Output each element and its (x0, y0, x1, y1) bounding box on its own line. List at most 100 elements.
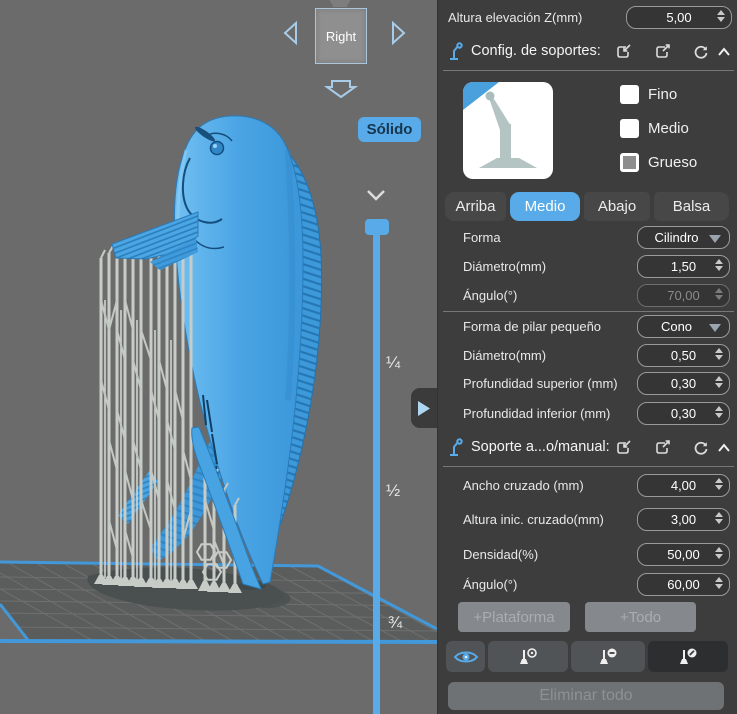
cross-start-height-label: Altura inic. cruzado(mm) (463, 512, 604, 527)
toggle-visibility-button[interactable] (446, 641, 485, 672)
grueso-checkbox[interactable] (620, 153, 639, 172)
import-settings-icon[interactable] (615, 44, 633, 62)
layer-slider-track[interactable] (373, 227, 380, 714)
render-mode-label: Sólido (366, 121, 413, 138)
import-settings-icon[interactable] (615, 440, 633, 458)
viewport-3d-scene[interactable] (0, 0, 437, 714)
small-pillar-diameter-label: Diámetro(mm) (463, 348, 547, 363)
z-lift-label: Altura elevación Z(mm) (448, 10, 583, 25)
option-grueso[interactable]: Grueso (620, 152, 697, 173)
spin-up-icon[interactable] (715, 259, 723, 264)
diameter-input[interactable]: 1,50 (637, 255, 730, 278)
view-cube-face-label: Right (325, 28, 357, 44)
spin-down-icon[interactable] (715, 519, 723, 524)
density-input[interactable]: 50,00 (637, 543, 730, 566)
spin-down-icon[interactable] (715, 355, 723, 360)
spin-down-icon[interactable] (715, 485, 723, 490)
dropdown-arrow-icon (709, 235, 721, 243)
bottom-depth-input[interactable]: 0,30 (637, 402, 730, 425)
tab-abajo[interactable]: Abajo (584, 192, 650, 221)
spin-up-icon[interactable] (715, 577, 723, 582)
delete-all-label: Eliminar todo (539, 687, 633, 704)
support-config-title: Config. de soportes: (471, 43, 601, 59)
divider (443, 70, 734, 71)
support-settings-panel: Altura elevación Z(mm) 5,00 Config. de s… (437, 0, 737, 714)
export-settings-icon[interactable] (654, 440, 672, 458)
collapse-section-icon[interactable] (715, 44, 733, 62)
divider (443, 466, 734, 467)
reset-settings-icon[interactable] (692, 440, 710, 458)
divider (443, 311, 734, 312)
dropdown-arrow-icon (709, 324, 721, 332)
option-fino[interactable]: Fino (620, 84, 677, 105)
render-mode-button[interactable]: Sólido (358, 117, 421, 142)
delete-all-button[interactable]: Eliminar todo (448, 682, 724, 710)
support-preview-thumbnail (463, 82, 553, 179)
spin-down-icon[interactable] (715, 383, 723, 388)
angle-label: Ángulo(°) (463, 288, 518, 303)
top-depth-label: Profundidad superior (mm) (463, 376, 618, 391)
fino-checkbox[interactable] (620, 85, 639, 104)
shape-label: Forma (463, 230, 501, 245)
slider-mark-three-quarter: ¾ (388, 613, 403, 632)
small-pillar-shape-label: Forma de pilar pequeño (463, 319, 602, 334)
support-config-header: Config. de soportes: (438, 40, 737, 68)
spin-down-icon[interactable] (715, 413, 723, 418)
tab-medio[interactable]: Medio (510, 192, 580, 221)
z-lift-input[interactable]: 5,00 (626, 6, 732, 29)
rotate-right-arrow-icon[interactable] (386, 20, 410, 46)
medio-checkbox[interactable] (620, 119, 639, 138)
spin-down-icon[interactable] (715, 584, 723, 589)
support-settings-icon (450, 42, 463, 60)
viewport-3d[interactable]: Right Sólido ¼ ½ ¾ (0, 0, 437, 714)
spin-up-icon[interactable] (715, 512, 723, 517)
rotate-down-arrow-icon[interactable] (324, 78, 358, 100)
add-support-mode-button[interactable] (488, 641, 568, 672)
cross-width-input[interactable]: 4,00 (637, 474, 730, 497)
tab-arriba[interactable]: Arriba (445, 192, 506, 221)
spin-up-icon[interactable] (715, 547, 723, 552)
fino-label: Fino (648, 86, 678, 103)
spin-down-icon[interactable] (715, 295, 723, 300)
add-platform-label: +Plataforma (473, 608, 555, 626)
spin-up-icon[interactable] (715, 348, 723, 353)
spin-up-icon[interactable] (715, 406, 723, 411)
spin-up-icon[interactable] (717, 10, 725, 15)
spin-down-icon[interactable] (717, 17, 725, 22)
top-depth-input[interactable]: 0,30 (637, 372, 730, 395)
small-pillar-shape-select[interactable]: Cono (637, 315, 730, 338)
shape-select[interactable]: Cilindro (637, 226, 730, 249)
add-platform-button[interactable]: +Plataforma (458, 602, 570, 632)
bottom-depth-label: Profundidad inferior (mm) (463, 406, 611, 421)
add-all-button[interactable]: +Todo (585, 602, 696, 632)
reset-settings-icon[interactable] (692, 44, 710, 62)
option-medio[interactable]: Medio (620, 118, 689, 139)
spin-up-icon[interactable] (715, 288, 723, 293)
view-cube[interactable]: Right (315, 8, 367, 64)
spin-up-icon[interactable] (715, 376, 723, 381)
add-support-icon (520, 647, 537, 664)
remove-support-mode-button[interactable] (571, 641, 645, 672)
slider-mark-quarter: ¼ (386, 353, 401, 372)
cross-angle-input[interactable]: 60,00 (637, 573, 730, 596)
rotate-left-arrow-icon[interactable] (279, 20, 303, 46)
slicer-app: Right Sólido ¼ ½ ¾ Altura elevación Z(mm… (0, 0, 737, 714)
edit-support-mode-button[interactable] (648, 641, 728, 672)
remove-support-icon (600, 648, 617, 664)
manual-support-header: Soporte a...o/manual: (438, 436, 737, 464)
slider-mark-half: ½ (386, 481, 401, 500)
small-pillar-diameter-input[interactable]: 0,50 (637, 344, 730, 367)
collapse-section-icon[interactable] (715, 440, 733, 458)
medio-label: Medio (648, 120, 689, 137)
spin-down-icon[interactable] (715, 554, 723, 559)
panel-collapse-toggle[interactable] (411, 388, 437, 428)
tab-balsa[interactable]: Balsa (654, 192, 729, 221)
z-lift-spinner[interactable] (717, 10, 725, 22)
export-settings-icon[interactable] (654, 44, 672, 62)
angle-input[interactable]: 70,00 (637, 284, 730, 307)
slider-chevron-down-icon[interactable] (366, 189, 386, 201)
spin-up-icon[interactable] (715, 478, 723, 483)
spin-down-icon[interactable] (715, 266, 723, 271)
cross-start-height-input[interactable]: 3,00 (637, 508, 730, 531)
density-label: Densidad(%) (463, 547, 539, 562)
